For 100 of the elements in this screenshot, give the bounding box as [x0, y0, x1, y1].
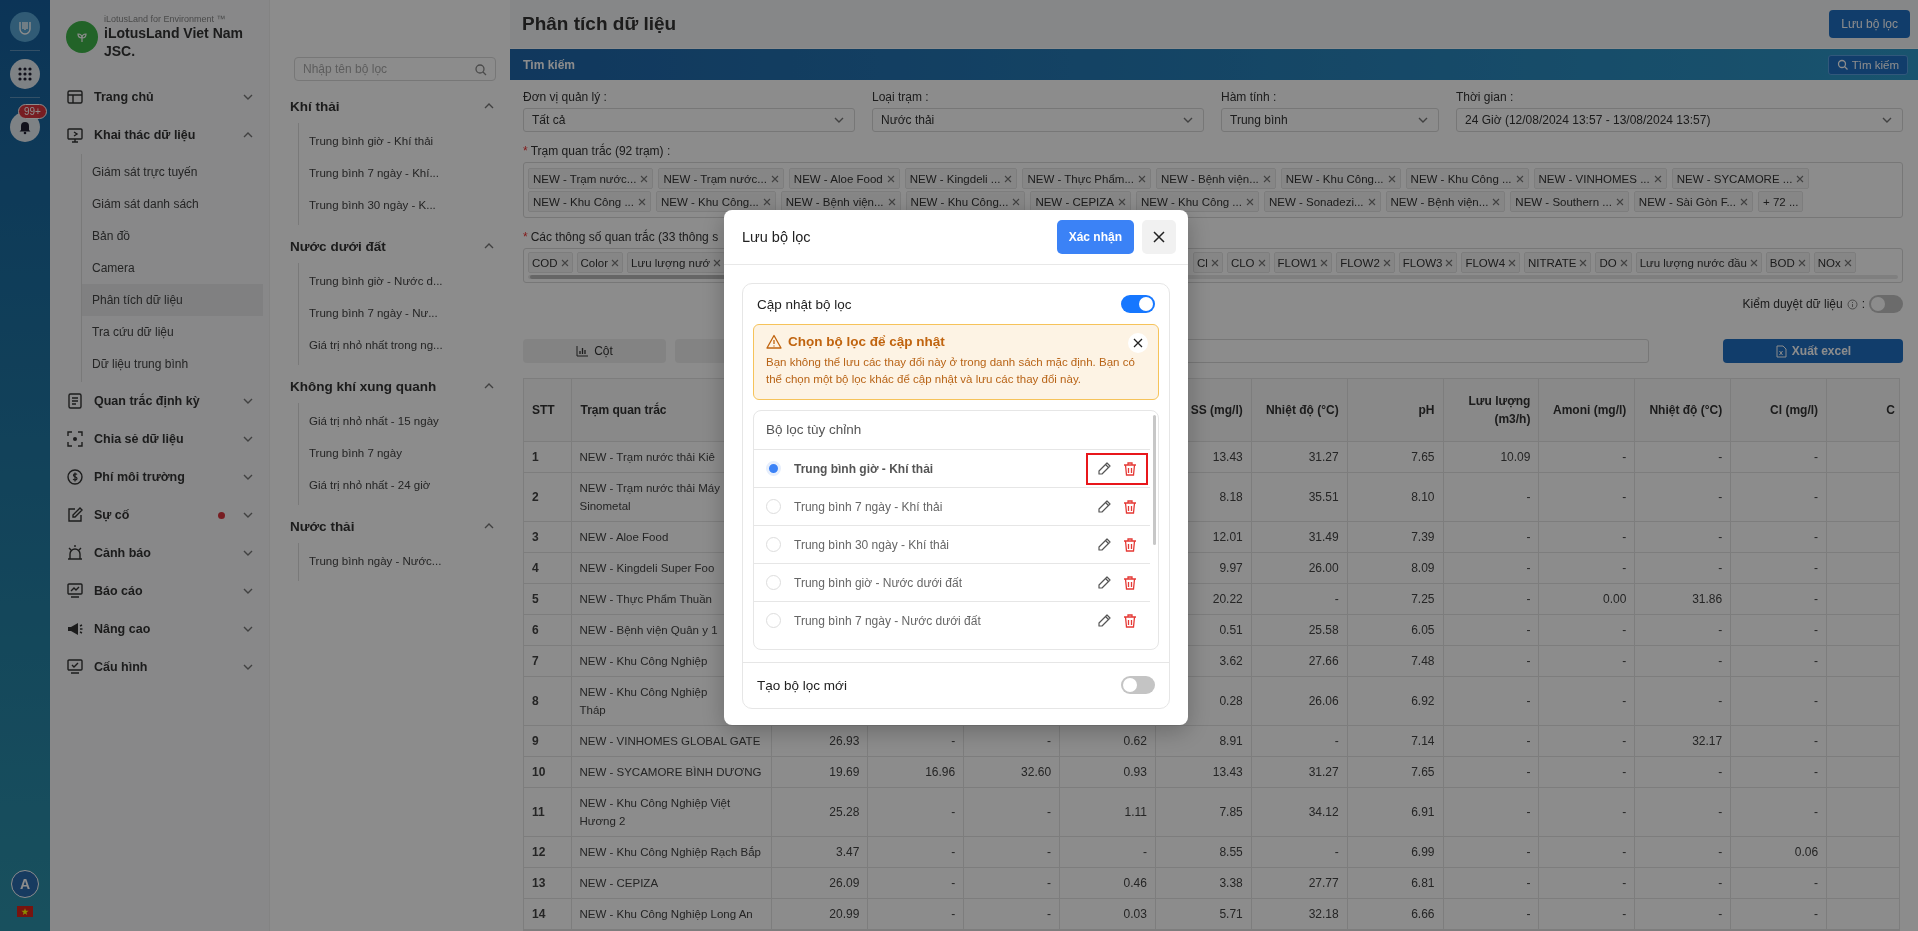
tag-chip[interactable]: NOx — [1813, 252, 1856, 273]
close-icon[interactable] — [1492, 197, 1501, 206]
select-field[interactable]: 24 Giờ (12/08/2024 13:57 - 13/08/2024 13:57) — [1456, 108, 1903, 132]
nav-subitem[interactable]: Giám sát danh sách — [82, 188, 263, 220]
column-chart-button[interactable]: Cột — [523, 339, 666, 363]
tag-chip[interactable]: NEW - Bệnh viện... — [1385, 191, 1506, 212]
scrollbar[interactable] — [1153, 415, 1156, 545]
edit-button[interactable] — [1096, 612, 1112, 629]
tag-chip[interactable]: CLO — [1226, 252, 1270, 273]
close-icon[interactable] — [713, 258, 722, 267]
close-icon[interactable] — [611, 258, 620, 267]
tag-chip[interactable]: NEW - Sài Gòn F... — [1633, 191, 1753, 212]
close-icon[interactable] — [1749, 258, 1758, 267]
close-icon[interactable] — [1257, 258, 1266, 267]
filter-name[interactable]: Trung bình 30 ngày - Khí thải — [794, 537, 1086, 552]
tag-chip[interactable]: Color — [576, 252, 624, 273]
tag-chip[interactable]: NEW - Khu Công ... — [528, 191, 651, 212]
tag-chip[interactable]: NEW - Trạm nước... — [658, 168, 784, 189]
station-select-field[interactable] — [523, 162, 1903, 218]
close-icon[interactable] — [887, 197, 896, 206]
filter-item[interactable]: Giá trị nhỏ nhất trong ng... — [299, 329, 496, 361]
nav-item[interactable]: Báo cáo — [94, 584, 231, 598]
tag-chip[interactable]: NEW - VINHOMES ... — [1533, 168, 1667, 189]
radio-button[interactable] — [766, 461, 781, 476]
apps-button[interactable] — [10, 59, 40, 89]
filter-name[interactable]: Trung bình giờ - Khí thải — [794, 461, 1086, 476]
nav-item[interactable]: Cấu hình — [94, 660, 231, 674]
tag-chip[interactable]: NEW - Bệnh viện... — [1156, 168, 1276, 189]
tag-chip[interactable]: NEW - Khu Công... — [905, 191, 1026, 212]
filter-item[interactable]: Trung bình giờ - Nước d... — [299, 265, 496, 297]
nav-item[interactable]: Quan trắc định kỳ — [94, 394, 231, 408]
tag-chip[interactable]: NEW - Thực Phẩm... — [1022, 168, 1151, 189]
user-avatar[interactable]: A — [11, 870, 39, 898]
delete-button[interactable] — [1122, 574, 1138, 591]
tag-chip[interactable]: Lưu lượng nước đầu — [1635, 252, 1762, 273]
nav-item[interactable]: Chia sẻ dữ liệu — [94, 432, 231, 446]
close-icon[interactable] — [560, 258, 569, 267]
delete-button[interactable] — [1122, 536, 1138, 553]
filter-item[interactable]: Trung bình ngày - Nước... — [299, 545, 496, 577]
tag-chip[interactable]: NEW - Khu Công... — [656, 191, 776, 212]
close-icon[interactable] — [1210, 258, 1219, 267]
save-filter-button[interactable]: Lưu bộ lọc — [1829, 10, 1910, 38]
filter-group-title[interactable]: Khí thải — [290, 98, 340, 114]
alert-close-button[interactable] — [1128, 333, 1148, 353]
close-icon[interactable] — [1138, 174, 1146, 183]
nav-item[interactable]: Phí môi trường — [94, 470, 231, 484]
nav-item[interactable]: Cảnh báo — [94, 546, 231, 560]
close-icon[interactable] — [1004, 174, 1013, 183]
close-icon[interactable] — [1796, 174, 1805, 183]
close-icon[interactable] — [1619, 258, 1628, 267]
search-button[interactable]: Tìm kiếm — [1827, 54, 1908, 75]
tag-chip[interactable]: NEW - Southern ... — [1510, 191, 1629, 212]
tag-chip[interactable]: NEW - Khu Công... — [1280, 168, 1401, 189]
close-icon[interactable] — [640, 174, 649, 183]
nav-subitem[interactable]: Tra cứu dữ liệu — [82, 316, 263, 348]
nav-item[interactable]: Nâng cao — [94, 622, 231, 636]
filter-item[interactable]: Trung bình 7 ngày - Khí... — [299, 157, 496, 189]
more-count-tag[interactable]: + 72 ... — [1758, 191, 1804, 212]
close-icon[interactable] — [1579, 258, 1588, 267]
radio-button[interactable] — [766, 537, 781, 552]
delete-button[interactable] — [1122, 460, 1138, 477]
filter-item[interactable]: Giá trị nhỏ nhất - 15 ngày — [299, 405, 496, 437]
tag-chip[interactable]: NEW - Khu Công ... — [1405, 168, 1529, 189]
tag-chip[interactable]: NEW - Khu Công ... — [1135, 191, 1259, 212]
close-icon[interactable] — [1245, 197, 1254, 206]
edit-button[interactable] — [1096, 498, 1112, 515]
app-logo[interactable] — [10, 12, 40, 42]
tag-chip[interactable]: Lưu lượng nướ — [627, 252, 726, 273]
close-icon[interactable] — [1117, 197, 1126, 206]
tag-chip[interactable]: NEW - CEPIZA — [1030, 191, 1131, 212]
tag-chip[interactable]: NEW - SYCAMORE ... — [1671, 168, 1810, 189]
tag-chip[interactable]: FLOW2 — [1336, 252, 1395, 273]
close-icon[interactable] — [1797, 258, 1806, 267]
filter-item[interactable]: Giá trị nhỏ nhất - 24 giờ — [299, 469, 496, 501]
close-icon[interactable] — [1387, 174, 1396, 183]
close-icon[interactable] — [1615, 197, 1624, 206]
tag-chip[interactable]: NEW - Aloe Food — [788, 168, 900, 189]
close-icon[interactable] — [762, 197, 771, 206]
filter-group-title[interactable]: Nước thải — [290, 518, 355, 534]
filter-name[interactable]: Trung bình giờ - Nước dưới đất — [794, 575, 1086, 590]
confirm-button[interactable]: Xác nhận — [1056, 220, 1134, 254]
close-icon[interactable] — [1445, 258, 1454, 267]
tag-chip[interactable]: NEW - Trạm nước... — [528, 168, 654, 189]
tag-chip[interactable]: NEW - Sonadezi... — [1263, 191, 1381, 212]
filter-name[interactable]: Trung bình 7 ngày - Nước dưới đất — [794, 613, 1086, 628]
nav-subitem[interactable]: Giám sát trực tuyến — [82, 156, 263, 188]
nav-item[interactable]: Sự cố — [94, 508, 208, 522]
edit-button[interactable] — [1096, 536, 1112, 553]
filter-item[interactable]: Trung bình 7 ngày — [299, 437, 496, 469]
select-field[interactable]: Trung bình — [1221, 108, 1439, 132]
tag-chip[interactable]: NEW - Bệnh viện... — [780, 191, 901, 212]
close-icon[interactable] — [1740, 197, 1748, 206]
select-field[interactable]: Nước thải — [872, 108, 1204, 132]
close-icon[interactable] — [1367, 197, 1376, 206]
radio-button[interactable] — [766, 499, 781, 514]
create-filter-toggle[interactable] — [1121, 676, 1155, 694]
tag-chip[interactable]: COD — [528, 252, 573, 273]
nav-item[interactable]: Trang chủ — [94, 90, 231, 104]
tag-chip[interactable]: NEW - Kingdeli ... — [904, 168, 1018, 189]
close-icon[interactable] — [770, 174, 779, 183]
